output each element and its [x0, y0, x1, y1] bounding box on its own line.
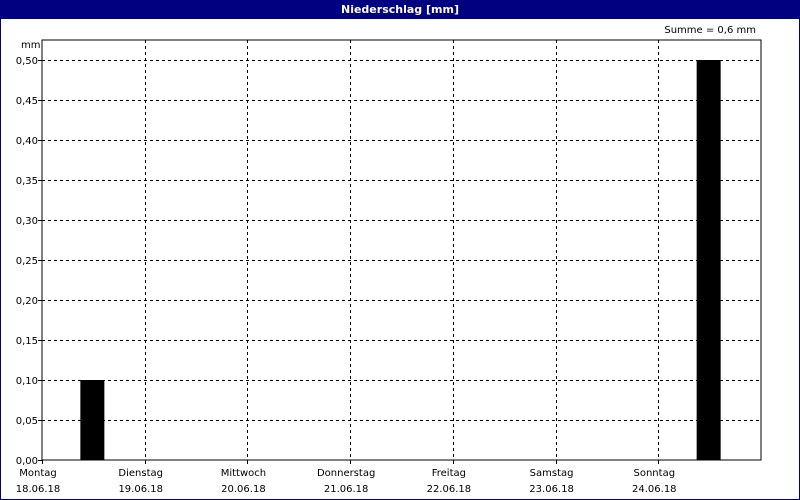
x-tick-label-date: 23.06.18 — [529, 484, 574, 495]
x-tick-label-day: Montag — [19, 468, 56, 479]
y-tick-label: 0,50 — [16, 56, 38, 67]
y-tick-label: 0,30 — [16, 216, 38, 227]
y-tick-label: 0,45 — [16, 96, 38, 107]
bar — [696, 60, 721, 460]
x-tick-label-day: Sonntag — [634, 468, 676, 479]
y-tick-label: 0,15 — [16, 336, 38, 347]
y-tick-label: 0,25 — [16, 256, 38, 267]
x-tick-label-date: 22.06.18 — [427, 484, 472, 495]
y-tick-label: 0,10 — [16, 376, 38, 387]
x-tick-label-date: 20.06.18 — [221, 484, 266, 495]
bar — [80, 380, 105, 460]
precipitation-chart: 0,00 0,05 0,10 0,15 0,20 0,25 0,30 0,35 0,40 0,45… — [16, 39, 762, 495]
x-tick-label-day: Donnerstag — [317, 468, 375, 479]
x-tick-label-date: 24.06.18 — [632, 484, 677, 495]
y-tick-label: 0,40 — [16, 136, 38, 147]
y-tick-label: 0,05 — [16, 416, 38, 427]
x-tick-label-day: Freitag — [432, 468, 466, 479]
plot-frame — [41, 39, 762, 461]
x-tick-label-day: Mittwoch — [221, 468, 266, 479]
x-tick-label-date: 18.06.18 — [16, 484, 61, 495]
x-tick-label-date: 19.06.18 — [118, 484, 163, 495]
y-tick-label: 0,35 — [16, 176, 38, 187]
y-tick-label: 0,20 — [16, 296, 38, 307]
x-tick-label-day: Samstag — [530, 468, 574, 479]
x-tick-label-day: Dienstag — [118, 468, 163, 479]
x-tick-label-date: 21.06.18 — [324, 484, 369, 495]
y-tick-label: 0,00 — [16, 456, 38, 467]
